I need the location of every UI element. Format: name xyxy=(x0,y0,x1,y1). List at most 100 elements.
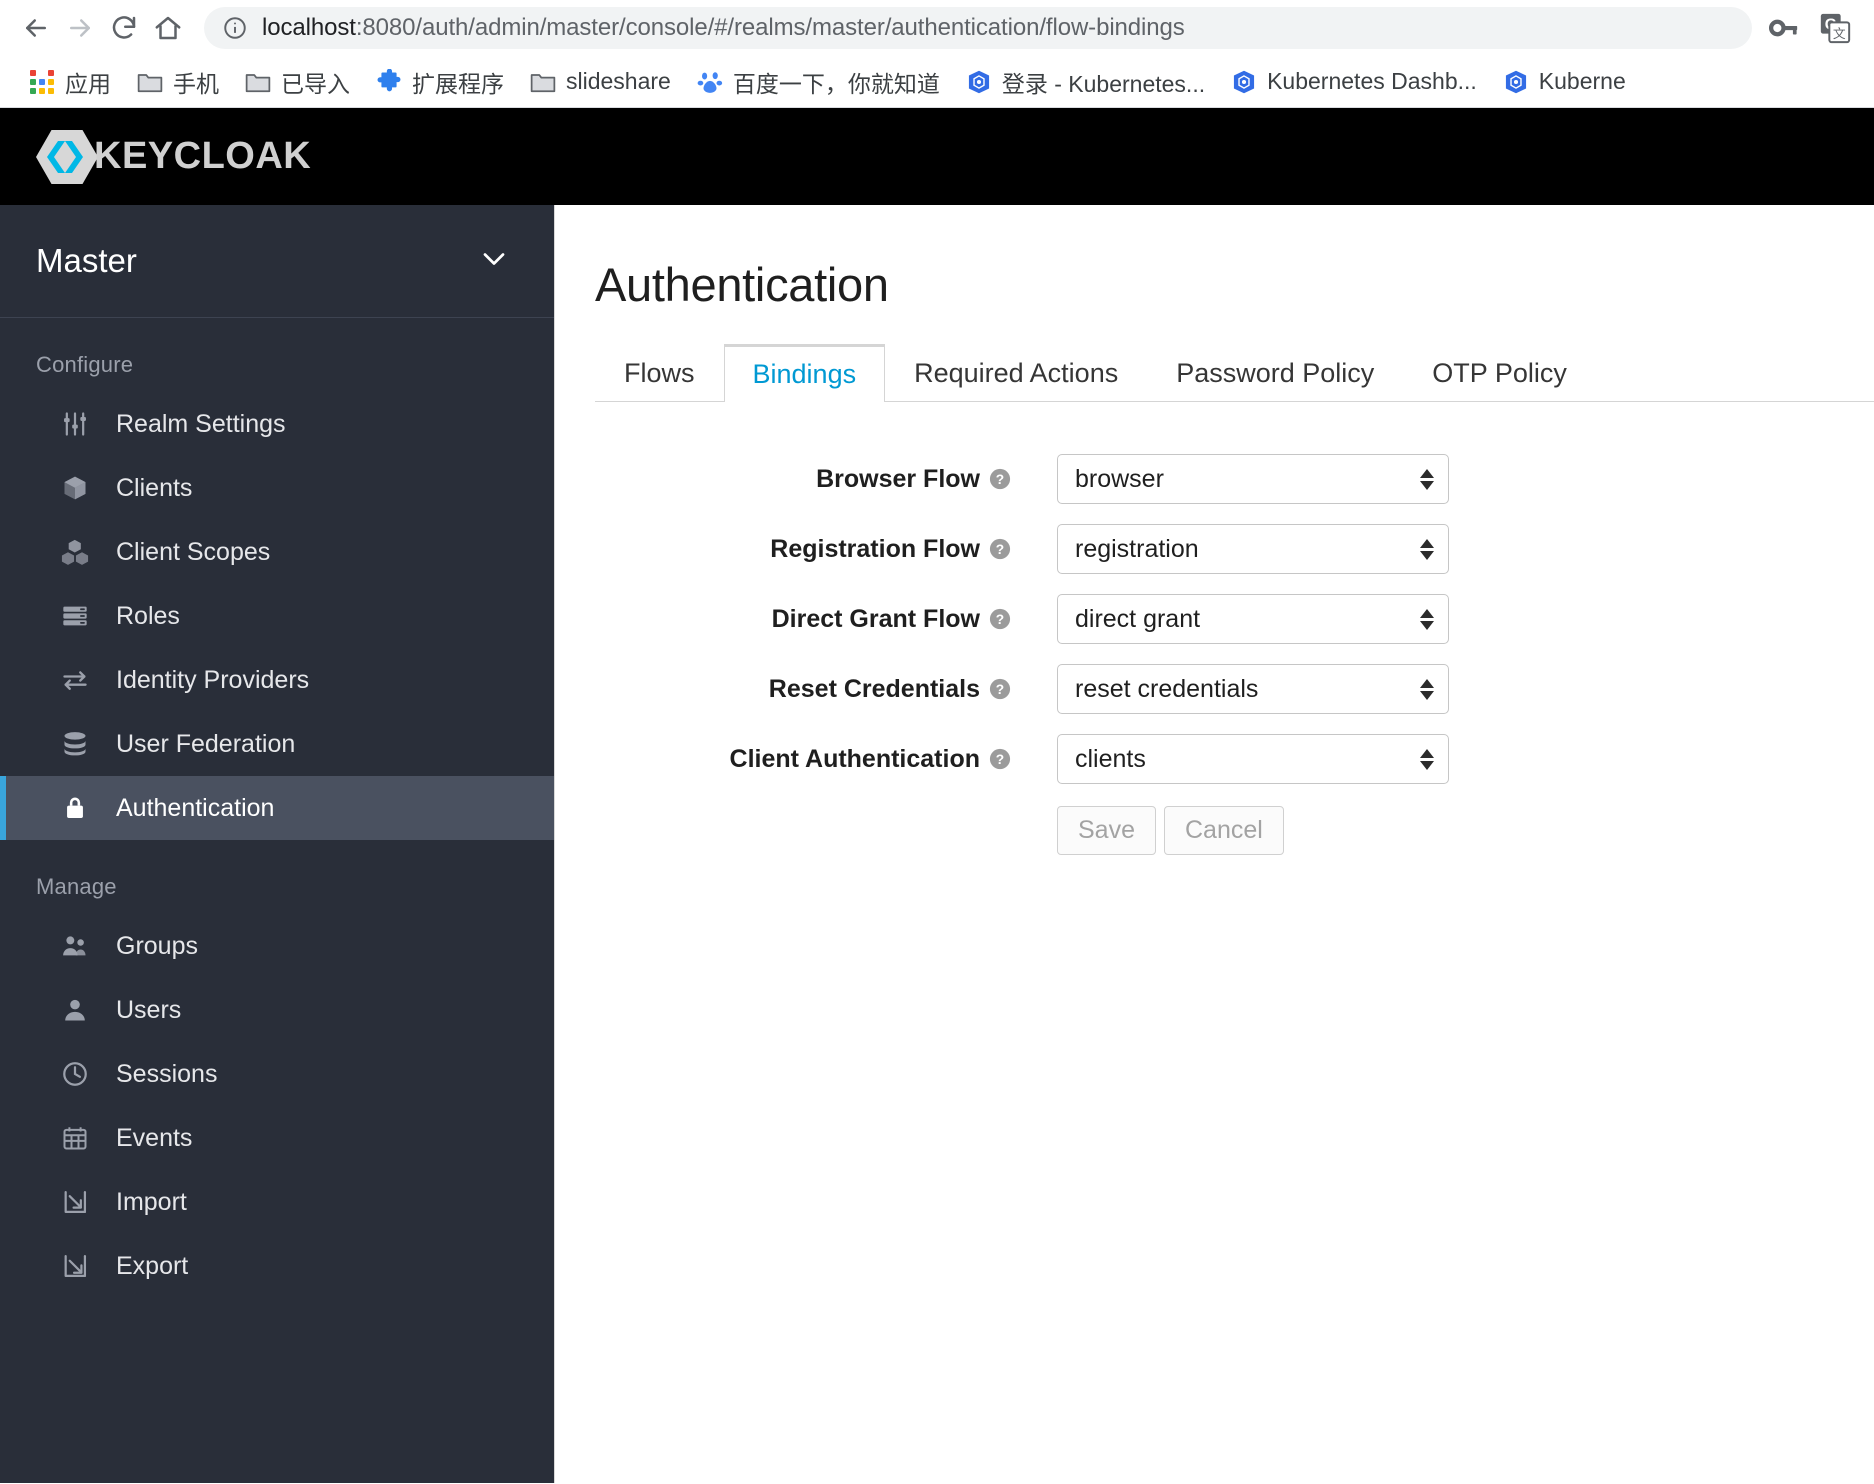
label-text: Reset Credentials xyxy=(769,675,980,704)
help-circle-icon[interactable]: ? xyxy=(989,748,1011,770)
sidebar-item-label: User Federation xyxy=(116,730,295,759)
browser-toolbar: localhost:8080/auth/admin/master/console… xyxy=(0,0,1874,56)
cancel-button[interactable]: Cancel xyxy=(1164,806,1284,855)
home-icon[interactable] xyxy=(146,6,190,50)
spinner-arrows-icon[interactable] xyxy=(1420,609,1434,630)
bookmark-extensions[interactable]: 扩展程序 xyxy=(363,59,517,105)
back-arrow-icon[interactable] xyxy=(14,6,58,50)
bookmark-label: 手机 xyxy=(173,65,219,99)
bindings-form: Browser Flow ? browser Registration Flow xyxy=(595,402,1874,855)
spinner-arrows-icon[interactable] xyxy=(1420,539,1434,560)
brand-name: KEYCLOAK xyxy=(94,135,311,178)
bookmark-k8s-third[interactable]: Kuberne xyxy=(1490,62,1639,101)
baidu-icon xyxy=(697,69,723,95)
url-text: localhost:8080/auth/admin/master/console… xyxy=(262,14,1185,42)
bookmark-baidu[interactable]: 百度一下，你就知道 xyxy=(684,59,953,105)
svg-text:?: ? xyxy=(996,612,1004,627)
bookmark-label: Kuberne xyxy=(1539,68,1626,95)
tab-bar: Flows Bindings Required Actions Password… xyxy=(595,344,1874,402)
sidebar-item-realm-settings[interactable]: Realm Settings xyxy=(0,392,554,456)
sidebar-item-export[interactable]: Export xyxy=(0,1234,554,1298)
users-group-icon xyxy=(60,931,90,961)
sidebar-item-identity-providers[interactable]: Identity Providers xyxy=(0,648,554,712)
realm-selector[interactable]: Master xyxy=(0,205,554,318)
export-arrow-icon xyxy=(60,1251,90,1281)
sidebar-item-sessions[interactable]: Sessions xyxy=(0,1042,554,1106)
forward-arrow-icon[interactable] xyxy=(58,6,102,50)
tab-label: Password Policy xyxy=(1176,358,1374,389)
form-row-reset-credentials: Reset Credentials ? reset credentials xyxy=(595,664,1874,714)
tab-label: OTP Policy xyxy=(1432,358,1567,389)
app-body: Master Configure Realm Settings Clients xyxy=(0,205,1874,1483)
browser-flow-select[interactable]: browser xyxy=(1057,454,1449,504)
sidebar-item-users[interactable]: Users xyxy=(0,978,554,1042)
exchange-arrows-icon xyxy=(60,665,90,695)
help-circle-icon[interactable]: ? xyxy=(989,468,1011,490)
sidebar-item-roles[interactable]: Roles xyxy=(0,584,554,648)
bookmark-k8s-dashboard[interactable]: Kubernetes Dashb... xyxy=(1218,62,1490,101)
keycloak-logo[interactable]: KEYCLOAK xyxy=(36,129,311,185)
reload-icon[interactable] xyxy=(102,6,146,50)
sidebar-item-clients[interactable]: Clients xyxy=(0,456,554,520)
svg-text:?: ? xyxy=(996,682,1004,697)
url-path: :8080/auth/admin/master/console/#/realms… xyxy=(356,14,1185,41)
label-text: Registration Flow xyxy=(770,535,980,564)
sidebar-item-authentication[interactable]: Authentication xyxy=(0,776,554,840)
bookmark-folder-imported[interactable]: 已导入 xyxy=(232,59,363,105)
kubernetes-icon xyxy=(1503,69,1529,95)
help-circle-icon[interactable]: ? xyxy=(989,538,1011,560)
direct-grant-flow-select[interactable]: direct grant xyxy=(1057,594,1449,644)
sidebar-item-label: Export xyxy=(116,1252,188,1281)
tab-bindings[interactable]: Bindings xyxy=(724,344,886,402)
google-translate-icon[interactable]: G文 xyxy=(1816,9,1854,47)
folder-icon xyxy=(245,69,271,95)
spinner-arrows-icon[interactable] xyxy=(1420,749,1434,770)
form-actions: Save Cancel xyxy=(1057,806,1874,855)
form-row-browser-flow: Browser Flow ? browser xyxy=(595,454,1874,504)
info-circle-icon[interactable] xyxy=(222,15,248,41)
save-button[interactable]: Save xyxy=(1057,806,1156,855)
form-row-registration-flow: Registration Flow ? registration xyxy=(595,524,1874,574)
svg-text:?: ? xyxy=(996,542,1004,557)
bookmark-folder-phone[interactable]: 手机 xyxy=(124,59,232,105)
bookmark-label: 扩展程序 xyxy=(412,65,504,99)
sidebar-item-import[interactable]: Import xyxy=(0,1170,554,1234)
browser-chrome: localhost:8080/auth/admin/master/console… xyxy=(0,0,1874,108)
reset-credentials-select[interactable]: reset credentials xyxy=(1057,664,1449,714)
tab-required-actions[interactable]: Required Actions xyxy=(885,344,1147,402)
password-key-icon[interactable] xyxy=(1764,9,1802,47)
tab-otp-policy[interactable]: OTP Policy xyxy=(1403,344,1596,402)
help-circle-icon[interactable]: ? xyxy=(989,608,1011,630)
spinner-arrows-icon[interactable] xyxy=(1420,679,1434,700)
client-authentication-select[interactable]: clients xyxy=(1057,734,1449,784)
bookmark-k8s-login[interactable]: 登录 - Kubernetes... xyxy=(953,59,1218,105)
tab-password-policy[interactable]: Password Policy xyxy=(1147,344,1403,402)
label-text: Browser Flow xyxy=(816,465,980,494)
sidebar-item-events[interactable]: Events xyxy=(0,1106,554,1170)
sidebar-item-user-federation[interactable]: User Federation xyxy=(0,712,554,776)
page-title: Authentication xyxy=(595,257,1874,312)
browser-flow-label: Browser Flow ? xyxy=(595,465,1027,494)
spinner-arrows-icon[interactable] xyxy=(1420,469,1434,490)
keycloak-admin-console: KEYCLOAK Master Configure Realm Settings xyxy=(0,108,1874,1483)
clock-icon xyxy=(60,1059,90,1089)
registration-flow-select[interactable]: registration xyxy=(1057,524,1449,574)
tab-flows[interactable]: Flows xyxy=(595,344,724,402)
chevron-down-icon[interactable] xyxy=(480,250,508,273)
bookmarks-bar: 应用 手机 已导入 扩展程序 slideshare xyxy=(0,56,1874,108)
sidebar-item-client-scopes[interactable]: Client Scopes xyxy=(0,520,554,584)
help-circle-icon[interactable]: ? xyxy=(989,678,1011,700)
sidebar-item-groups[interactable]: Groups xyxy=(0,914,554,978)
svg-text:?: ? xyxy=(996,472,1004,487)
direct-grant-flow-label: Direct Grant Flow ? xyxy=(595,605,1027,634)
bookmark-folder-slideshare[interactable]: slideshare xyxy=(517,62,684,101)
bookmark-apps[interactable]: 应用 xyxy=(16,59,124,105)
keycloak-hexagon-icon xyxy=(36,129,98,185)
sidebar-item-label: Sessions xyxy=(116,1060,217,1089)
import-arrow-icon xyxy=(60,1187,90,1217)
realm-name: Master xyxy=(36,242,137,280)
tab-label: Flows xyxy=(624,358,695,389)
address-bar[interactable]: localhost:8080/auth/admin/master/console… xyxy=(204,7,1752,49)
puzzle-icon xyxy=(376,69,402,95)
lock-icon xyxy=(60,793,90,823)
